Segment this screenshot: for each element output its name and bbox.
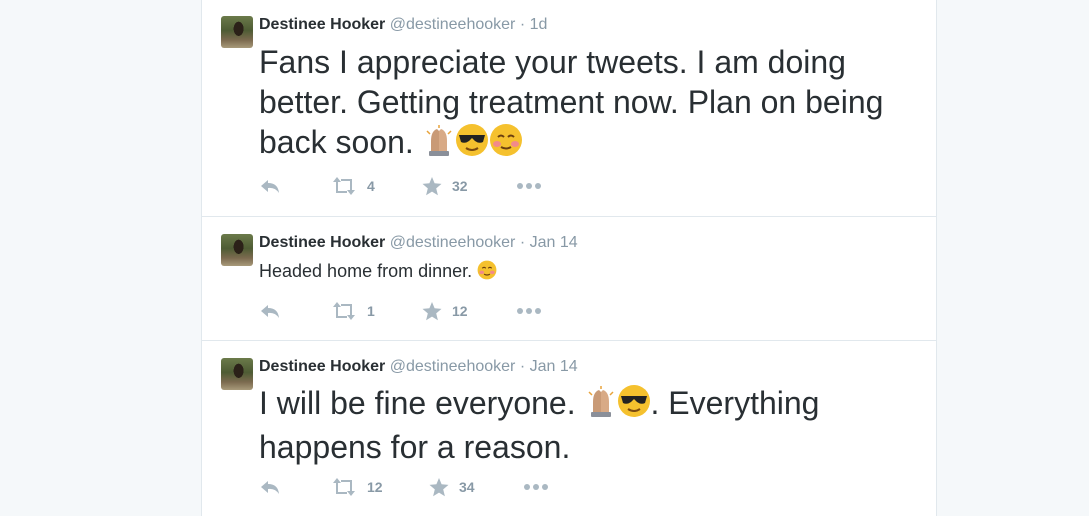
smiling-blush-face-icon [489, 123, 523, 166]
more-button[interactable] [516, 300, 542, 322]
timestamp[interactable]: 1d [530, 16, 548, 33]
more-icon [523, 483, 549, 491]
star-icon [422, 301, 442, 321]
tweet-header: Destinee Hooker @destineehooker · Jan 14 [259, 358, 578, 376]
separator: · [519, 16, 526, 33]
favorite-count: 12 [452, 303, 468, 319]
tweet-header: Destinee Hooker @destineehooker · Jan 14 [259, 234, 578, 252]
more-button[interactable] [516, 175, 542, 197]
tweet-text-part1: I will be fine everyone. [259, 385, 576, 421]
separator: · [519, 358, 526, 375]
sunglasses-face-icon [455, 123, 489, 166]
star-icon [429, 477, 449, 497]
author-handle[interactable]: @destineehooker [390, 16, 516, 33]
reply-button[interactable] [259, 175, 281, 197]
tweet[interactable]: Destinee Hooker @destineehooker · 1d Fan… [202, 0, 936, 217]
retweet-button[interactable]: 12 [331, 476, 383, 498]
favorite-count: 32 [452, 178, 468, 194]
author-name[interactable]: Destinee Hooker [259, 234, 385, 251]
tweet-text-body: Headed home from dinner. [259, 261, 473, 281]
avatar[interactable] [221, 234, 253, 266]
avatar[interactable] [221, 16, 253, 48]
author-handle[interactable]: @destineehooker [390, 358, 516, 375]
more-icon [516, 182, 542, 190]
tweet-header: Destinee Hooker @destineehooker · 1d [259, 16, 547, 34]
timestamp[interactable]: Jan 14 [530, 358, 578, 375]
timeline: Destinee Hooker @destineehooker · 1d Fan… [201, 0, 937, 516]
author-name[interactable]: Destinee Hooker [259, 16, 385, 33]
reply-button[interactable] [259, 476, 281, 498]
tweet[interactable]: Destinee Hooker @destineehooker · Jan 14… [202, 341, 936, 516]
timestamp[interactable]: Jan 14 [530, 234, 578, 251]
more-icon [516, 307, 542, 315]
reply-icon [259, 177, 281, 195]
avatar[interactable] [221, 358, 253, 390]
more-button[interactable] [523, 476, 549, 498]
retweet-icon [331, 478, 357, 496]
star-icon [422, 176, 442, 196]
reply-icon [259, 478, 281, 496]
reply-icon [259, 302, 281, 320]
favorite-button[interactable]: 32 [422, 175, 468, 197]
retweet-count: 4 [367, 178, 375, 194]
tweet-text-body: Fans I appreciate your tweets. I am doin… [259, 44, 884, 160]
author-handle[interactable]: @destineehooker [390, 234, 516, 251]
retweet-button[interactable]: 1 [331, 300, 375, 322]
retweet-count: 12 [367, 479, 383, 495]
retweet-icon [331, 302, 357, 320]
tweet[interactable]: Destinee Hooker @destineehooker · Jan 14… [202, 217, 936, 341]
folded-hands-icon [585, 386, 617, 427]
retweet-button[interactable]: 4 [331, 175, 375, 197]
retweet-icon [331, 177, 357, 195]
favorite-count: 34 [459, 479, 475, 495]
author-name[interactable]: Destinee Hooker [259, 358, 385, 375]
retweet-count: 1 [367, 303, 375, 319]
favorite-button[interactable]: 12 [422, 300, 468, 322]
separator: · [519, 234, 526, 251]
favorite-button[interactable]: 34 [429, 476, 475, 498]
tweet-text: I will be fine everyone. . Everything ha… [259, 383, 929, 467]
tweet-text: Headed home from dinner. [259, 260, 497, 285]
sunglasses-face-icon [617, 384, 651, 427]
folded-hands-icon [423, 125, 455, 166]
smiling-blush-face-icon [477, 260, 497, 285]
tweet-text: Fans I appreciate your tweets. I am doin… [259, 42, 929, 166]
reply-button[interactable] [259, 300, 281, 322]
